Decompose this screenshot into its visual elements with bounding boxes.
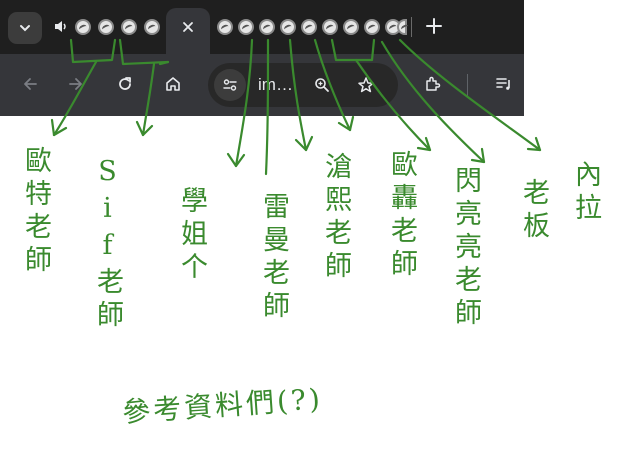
bracket-left bbox=[69, 38, 117, 64]
label-sif-teacher: Sif老師 bbox=[92, 156, 123, 333]
label-neila: 內拉 bbox=[570, 160, 601, 226]
label-cangxi-teacher: 滄熙老師 bbox=[320, 152, 351, 284]
label-shiny-teacher: 閃亮亮老師 bbox=[450, 166, 481, 331]
label-boss: 老板 bbox=[518, 178, 549, 244]
label-oute-teacher: 歐特老師 bbox=[20, 146, 51, 278]
label-senior-sister: 學姐个 bbox=[176, 186, 207, 285]
label-leiman-teacher: 雷曼老師 bbox=[258, 192, 289, 324]
label-ouhong-teacher: 歐轟老師 bbox=[386, 150, 417, 282]
